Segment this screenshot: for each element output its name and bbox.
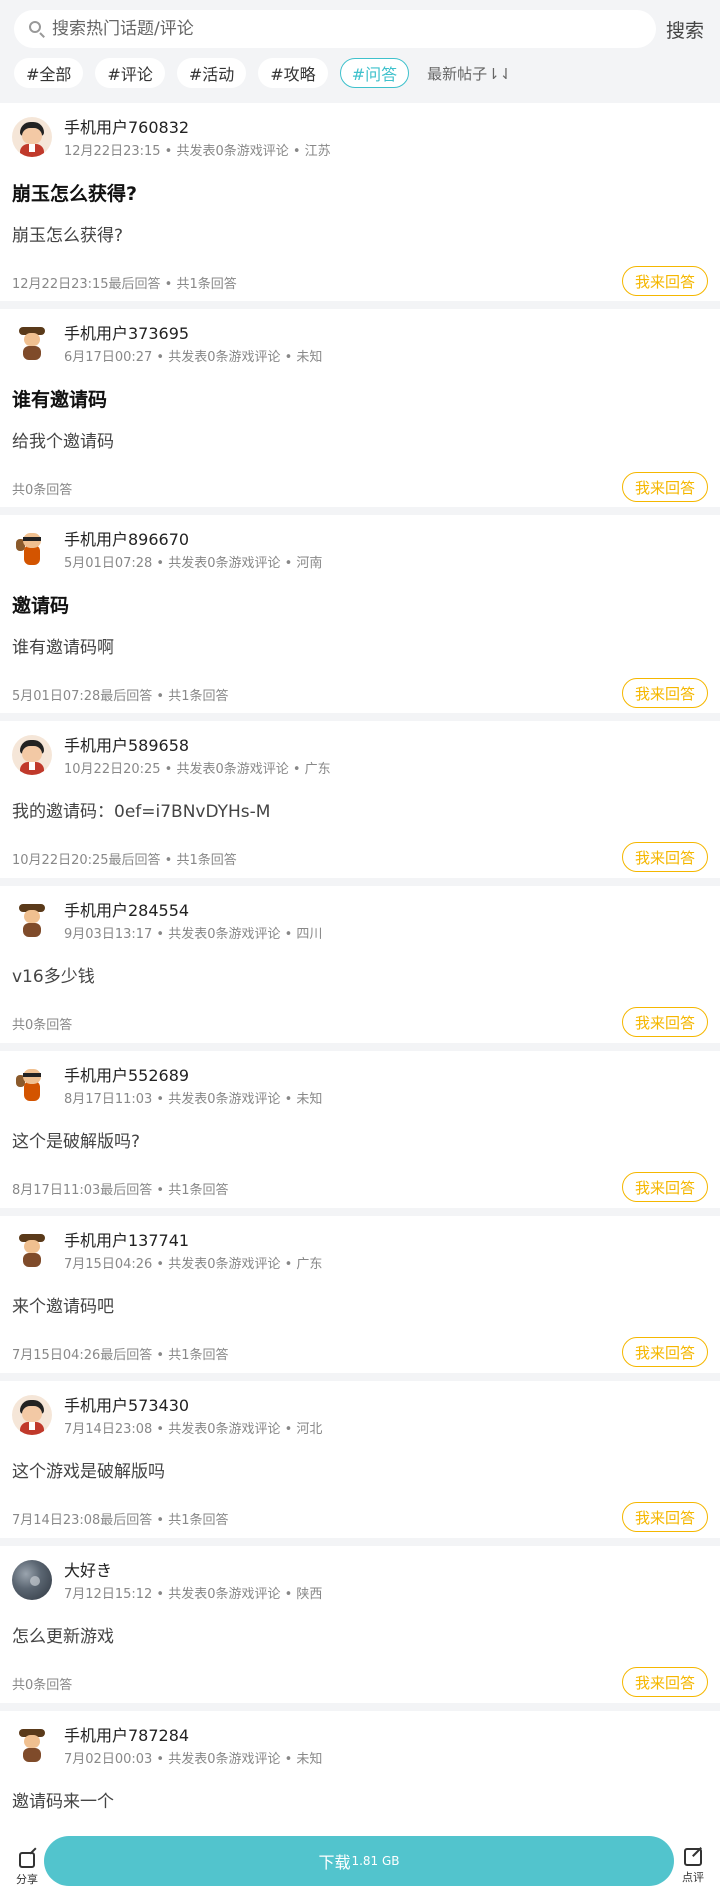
tag-all[interactable]: #全部 xyxy=(14,58,84,88)
username[interactable]: 手机用户760832 xyxy=(64,117,331,139)
thief-avatar[interactable] xyxy=(12,529,52,569)
post-meta: 5月01日07:28 • 共发表0条游戏评论 • 河南 xyxy=(64,556,323,571)
post-content[interactable]: 我的邀请码：0ef=i7BNvDYHs-M xyxy=(12,797,270,822)
cowboy-avatar[interactable] xyxy=(12,1725,52,1765)
top-bar: 搜索 #全部 #评论 #活动 #攻略 #问答 最新帖子⇂⇃ xyxy=(0,0,720,103)
tag-guide[interactable]: #攻略 xyxy=(258,58,328,88)
post-footer: 10月22日20:25最后回答 • 共1条回答 xyxy=(12,853,237,868)
edit-icon xyxy=(684,1848,702,1866)
answer-button[interactable]: 我来回答 xyxy=(622,1337,708,1367)
search-icon xyxy=(28,20,46,38)
tag-bar: #全部 #评论 #活动 #攻略 #问答 最新帖子⇂⇃ xyxy=(14,58,512,88)
post-meta: 12月22日23:15 • 共发表0条游戏评论 • 江苏 xyxy=(64,144,331,159)
answer-button[interactable]: 我来回答 xyxy=(622,1007,708,1037)
username[interactable]: 手机用户573430 xyxy=(64,1395,322,1417)
post-content[interactable]: 这个是破解版吗? xyxy=(12,1127,140,1152)
post-card[interactable]: 手机用户137741 7月15日04:26 • 共发表0条游戏评论 • 广东 来个… xyxy=(0,1216,720,1373)
photo-avatar[interactable] xyxy=(12,1560,52,1600)
answer-button[interactable]: 我来回答 xyxy=(622,1502,708,1532)
username[interactable]: 大好き xyxy=(64,1560,322,1582)
post-card[interactable]: 手机用户896670 5月01日07:28 • 共发表0条游戏评论 • 河南 邀请… xyxy=(0,515,720,713)
post-meta: 6月17日00:27 • 共发表0条游戏评论 • 未知 xyxy=(64,350,323,365)
download-button[interactable]: 下载 1.81 GB xyxy=(44,1836,674,1886)
post-meta: 10月22日20:25 • 共发表0条游戏评论 • 广东 xyxy=(64,762,331,777)
post-content[interactable]: 给我个邀请码 xyxy=(12,427,114,452)
post-meta: 7月02日00:03 • 共发表0条游戏评论 • 未知 xyxy=(64,1752,323,1767)
cowboy-avatar[interactable] xyxy=(12,1230,52,1270)
post-content[interactable]: 这个游戏是破解版吗 xyxy=(12,1457,165,1482)
answer-button[interactable]: 我来回答 xyxy=(622,472,708,502)
post-content[interactable]: 来个邀请码吧 xyxy=(12,1292,114,1317)
post-footer: 12月22日23:15最后回答 • 共1条回答 xyxy=(12,277,237,292)
tag-activity[interactable]: #活动 xyxy=(176,58,247,88)
post-content[interactable]: v16多少钱 xyxy=(12,962,95,987)
username[interactable]: 手机用户373695 xyxy=(64,323,322,345)
post-card[interactable]: 大好き 7月12日15:12 • 共发表0条游戏评论 • 陕西 怎么更新游戏 共0… xyxy=(0,1546,720,1703)
bottom-bar: 分享 下载 1.81 GB 点评 xyxy=(0,1830,720,1892)
post-meta: 7月12日15:12 • 共发表0条游戏评论 • 陕西 xyxy=(64,1587,323,1602)
username[interactable]: 手机用户787284 xyxy=(64,1725,322,1747)
download-label: 下载 xyxy=(318,1853,351,1872)
username[interactable]: 手机用户552689 xyxy=(64,1065,322,1087)
post-meta: 9月03日13:17 • 共发表0条游戏评论 • 四川 xyxy=(64,927,323,942)
post-card[interactable]: 手机用户760832 12月22日23:15 • 共发表0条游戏评论 • 江苏 崩… xyxy=(0,103,720,301)
post-content[interactable]: 崩玉怎么获得? xyxy=(12,221,123,246)
username[interactable]: 手机用户896670 xyxy=(64,529,322,551)
thief-avatar[interactable] xyxy=(12,1065,52,1105)
post-footer: 共0条回答 xyxy=(12,483,73,498)
answer-button[interactable]: 我来回答 xyxy=(622,1172,708,1202)
share-icon xyxy=(19,1852,35,1868)
post-meta: 7月15日04:26 • 共发表0条游戏评论 • 广东 xyxy=(64,1257,323,1272)
download-size: 1.81 GB xyxy=(351,1854,400,1868)
post-card[interactable]: 手机用户373695 6月17日00:27 • 共发表0条游戏评论 • 未知 谁有… xyxy=(0,309,720,507)
post-meta: 7月14日23:08 • 共发表0条游戏评论 • 河北 xyxy=(64,1422,323,1437)
post-card[interactable]: 手机用户552689 8月17日11:03 • 共发表0条游戏评论 • 未知 这个… xyxy=(0,1051,720,1208)
cowboy-avatar[interactable] xyxy=(12,323,52,363)
answer-button[interactable]: 我来回答 xyxy=(622,1667,708,1697)
post-content[interactable]: 谁有邀请码啊 xyxy=(12,633,114,658)
search-input[interactable] xyxy=(52,19,612,39)
username[interactable]: 手机用户284554 xyxy=(64,900,322,922)
post-footer: 5月01日07:28最后回答 • 共1条回答 xyxy=(12,689,229,704)
boy-avatar[interactable] xyxy=(12,117,52,157)
post-meta: 8月17日11:03 • 共发表0条游戏评论 • 未知 xyxy=(64,1092,323,1107)
review-button[interactable]: 点评 xyxy=(678,1848,708,1885)
post-card[interactable]: 手机用户589658 10月22日20:25 • 共发表0条游戏评论 • 广东 我… xyxy=(0,721,720,878)
boy-avatar[interactable] xyxy=(12,1395,52,1435)
answer-button[interactable]: 我来回答 xyxy=(622,266,708,296)
tag-qa[interactable]: #问答 xyxy=(339,58,410,88)
post-footer: 7月14日23:08最后回答 • 共1条回答 xyxy=(12,1513,229,1528)
post-card[interactable]: 手机用户573430 7月14日23:08 • 共发表0条游戏评论 • 河北 这个… xyxy=(0,1381,720,1538)
username[interactable]: 手机用户589658 xyxy=(64,735,331,757)
post-card[interactable]: 手机用户284554 9月03日13:17 • 共发表0条游戏评论 • 四川 v1… xyxy=(0,886,720,1043)
post-footer: 8月17日11:03最后回答 • 共1条回答 xyxy=(12,1183,229,1198)
share-button[interactable]: 分享 xyxy=(12,1852,42,1887)
post-footer: 7月15日04:26最后回答 • 共1条回答 xyxy=(12,1348,229,1363)
cowboy-avatar[interactable] xyxy=(12,900,52,940)
tag-comment[interactable]: #评论 xyxy=(95,58,165,88)
post-title[interactable]: 谁有邀请码 xyxy=(12,385,107,412)
post-title[interactable]: 崩玉怎么获得? xyxy=(12,179,137,206)
post-title[interactable]: 邀请码 xyxy=(12,591,69,618)
post-footer: 共0条回答 xyxy=(12,1018,73,1033)
review-label: 点评 xyxy=(682,1871,704,1884)
post-content[interactable]: 邀请码来一个 xyxy=(12,1787,114,1812)
post-content[interactable]: 怎么更新游戏 xyxy=(12,1622,114,1647)
boy-avatar[interactable] xyxy=(12,735,52,775)
answer-button[interactable]: 我来回答 xyxy=(622,678,708,708)
answer-button[interactable]: 我来回答 xyxy=(622,842,708,872)
share-label: 分享 xyxy=(16,1873,38,1886)
search-button[interactable]: 搜索 xyxy=(666,16,704,43)
post-footer: 共0条回答 xyxy=(12,1678,73,1693)
username[interactable]: 手机用户137741 xyxy=(64,1230,322,1252)
sort-dropdown[interactable]: 最新帖子⇂⇃ xyxy=(427,63,512,84)
search-box[interactable] xyxy=(14,10,656,48)
